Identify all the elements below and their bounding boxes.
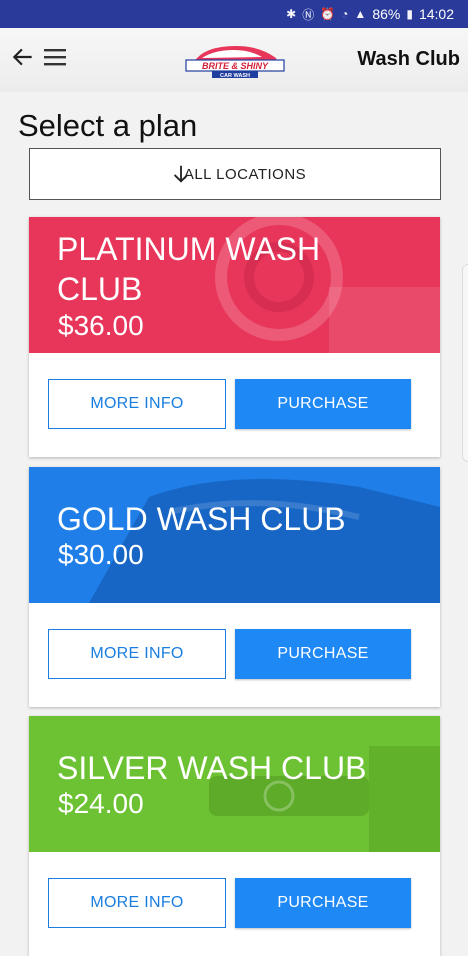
purchase-button[interactable]: PURCHASE — [235, 379, 411, 429]
plan-card-silver: SILVER WASH CLUB $24.00 MORE INFO PURCHA… — [29, 716, 440, 956]
clock: 14:02 — [418, 6, 454, 22]
plan-banner: GOLD WASH CLUB $30.00 — [29, 467, 440, 603]
plan-card-platinum: PLATINUM WASH CLUB $36.00 MORE INFO PURC… — [29, 217, 440, 457]
side-panel-handle[interactable] — [462, 264, 468, 462]
app-bar: BRITE & SHINY CAR WASH Wash Club — [0, 28, 468, 92]
logo-text: BRITE & SHINY — [202, 61, 269, 71]
alarm-icon: ⏰ — [320, 7, 336, 21]
logo-subtext: CAR WASH — [220, 73, 250, 79]
status-bar: ✱ Ⓝ ⏰ ◔ ▲ 86% ▮ 14:02 — [0, 0, 468, 28]
more-info-button[interactable]: MORE INFO — [48, 629, 226, 679]
purchase-button[interactable]: PURCHASE — [235, 878, 411, 928]
plan-name: GOLD WASH CLUB — [57, 501, 346, 537]
all-locations-label: ALL LOCATIONS — [183, 165, 307, 183]
plan-banner: PLATINUM WASH CLUB $36.00 — [29, 217, 440, 353]
nfc-icon: Ⓝ — [302, 7, 315, 22]
plan-banner: SILVER WASH CLUB $24.00 — [29, 716, 440, 852]
plan-price: $30.00 — [58, 539, 144, 570]
battery-icon: ▮ — [406, 7, 413, 21]
page-title: Select a plan — [18, 108, 198, 143]
more-info-button[interactable]: MORE INFO — [48, 379, 226, 429]
plan-name: PLATINUM WASH CLUB — [57, 231, 321, 307]
arrow-down-icon — [173, 165, 189, 183]
plan-price: $36.00 — [58, 310, 144, 341]
battery-percent: 86% — [372, 6, 401, 22]
brite-shiny-logo: BRITE & SHINY CAR WASH — [185, 46, 285, 79]
plan-card-gold: GOLD WASH CLUB $30.00 MORE INFO PURCHASE — [29, 467, 440, 707]
app-title: Wash Club — [357, 48, 460, 70]
more-info-button[interactable]: MORE INFO — [48, 878, 226, 928]
plan-name: SILVER WASH CLUB — [57, 750, 367, 786]
bluetooth-icon: ✱ — [286, 7, 297, 21]
back-arrow-icon[interactable] — [10, 44, 36, 70]
hamburger-menu-icon[interactable] — [44, 48, 66, 66]
wifi-icon: ◔ — [341, 7, 349, 21]
purchase-button[interactable]: PURCHASE — [235, 629, 411, 679]
signal-icon: ▲ — [354, 7, 367, 21]
all-locations-button[interactable]: ALL LOCATIONS — [29, 148, 441, 200]
plan-price: $24.00 — [58, 788, 144, 819]
